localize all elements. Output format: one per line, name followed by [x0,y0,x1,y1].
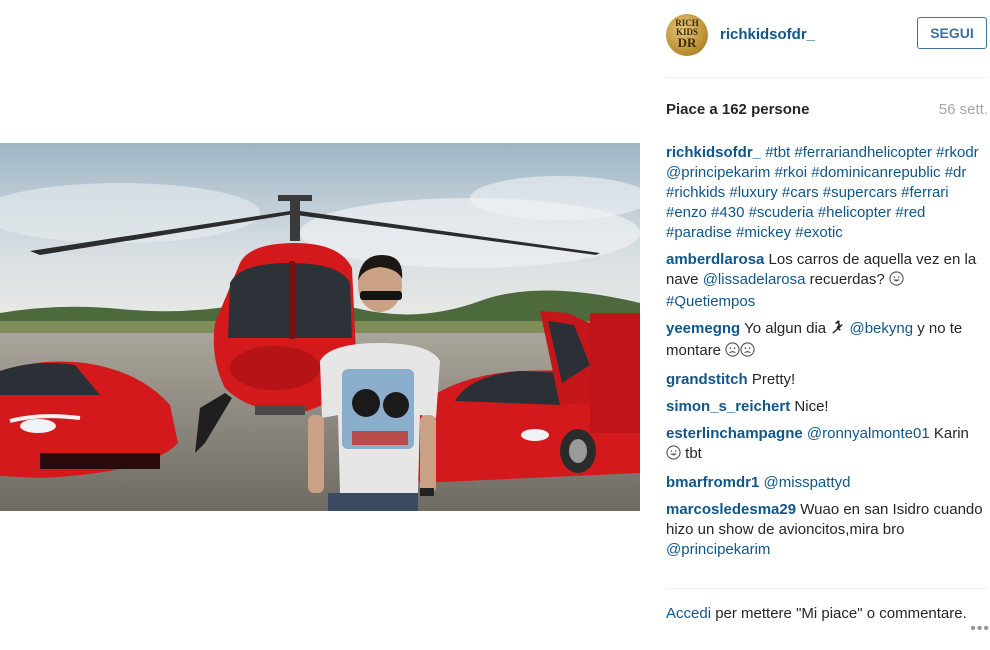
comment-username-link[interactable]: esterlinchampagne [666,425,803,442]
sad-emoji-icon [740,342,755,363]
profile-username-link[interactable]: richkidsofdr_ [720,26,815,43]
hashtag-link[interactable]: #richkids [666,184,725,201]
footer-divider [666,588,988,589]
mention-link[interactable]: @lissadelarosa [703,271,806,288]
mention-link[interactable]: @bekyng [849,320,913,337]
comment-item: marcosledesma29 Wuao en san Isidro cuand… [666,500,986,560]
hashtag-link[interactable]: #rkoi [775,164,808,181]
hashtag-link[interactable]: #Quetiempos [666,293,755,310]
profile-avatar[interactable]: RICH KIDS DR [666,14,708,56]
comment-text: Yo algun dia [740,320,831,337]
comment-text: Karin [929,425,969,442]
mention-link[interactable]: @misspattyd [764,474,851,491]
ski-emoji-icon [830,320,845,341]
hashtag-link[interactable]: #enzo [666,204,707,221]
comment-username-link[interactable]: yeemegng [666,320,740,337]
login-link[interactable]: Accedi [666,605,711,622]
sad-emoji-icon [725,342,740,363]
avatar-text-line-3: DR [677,35,697,50]
post-sidebar: RICH KIDS DR richkidsofdr_ SEGUI Piace a… [666,0,990,650]
hashtag-link[interactable]: #supercars [823,184,897,201]
comment-item: bmarfromdr1 @misspattyd [666,473,986,493]
hashtag-link[interactable]: #helicopter [818,204,891,221]
post-header: RICH KIDS DR richkidsofdr_ SEGUI [666,14,988,56]
post-photo[interactable] [0,143,640,511]
grin-emoji-icon [666,445,681,466]
mention-link[interactable]: @principekarim [666,164,770,181]
comment-username-link[interactable]: amberdlarosa [666,251,764,268]
hashtag-link[interactable]: #paradise [666,224,732,241]
mention-link[interactable]: @principekarim [666,541,770,558]
hashtag-link[interactable]: #rkodr [936,144,979,161]
header-divider [666,77,988,78]
comments-list: richkidsofdr_ #tbt #ferrariandhelicopter… [666,143,986,567]
follow-button[interactable]: SEGUI [917,17,987,49]
comment-username-link[interactable]: grandstitch [666,371,748,388]
hashtag-link[interactable]: #luxury [729,184,777,201]
comment-text: Pretty! [747,371,796,388]
hashtag-link[interactable]: #red [895,204,925,221]
login-prompt-text: per mettere "Mi piace" o commentare. [711,605,967,622]
hashtag-link[interactable]: #tbt [765,144,790,161]
comment-username-link[interactable]: bmarfromdr1 [666,474,759,491]
hashtag-link[interactable]: #exotic [795,224,843,241]
post-time[interactable]: 56 sett. [939,101,988,118]
hashtag-link[interactable]: #dominicanrepublic [811,164,940,181]
more-options-icon[interactable]: ••• [970,620,990,638]
hashtag-link[interactable]: #ferrariandhelicopter [794,144,932,161]
comment-item: richkidsofdr_ #tbt #ferrariandhelicopter… [666,143,986,243]
mention-link[interactable]: @ronnyalmonte01 [807,425,930,442]
hashtag-link[interactable]: #mickey [736,224,791,241]
login-prompt: Accedi per mettere "Mi piace" o commenta… [666,604,988,624]
hashtag-link[interactable]: #dr [945,164,967,181]
comment-item: simon_s_reichert Nice! [666,397,986,417]
comment-username-link[interactable]: marcosledesma29 [666,501,796,518]
hashtag-link[interactable]: #430 [711,204,744,221]
comment-text: tbt [681,445,702,462]
comment-item: grandstitch Pretty! [666,370,986,390]
hashtag-link[interactable]: #scuderia [749,204,814,221]
comment-text: Nice! [790,398,829,415]
comment-item: yeemegng Yo algun dia @bekyng y no te mo… [666,319,986,363]
hashtag-link[interactable]: #ferrari [901,184,949,201]
comment-username-link[interactable]: simon_s_reichert [666,398,790,415]
likes-count[interactable]: Piace a 162 persone [666,101,809,118]
photo-illustration [0,143,640,511]
comment-text: recuerdas? [805,271,889,288]
hashtag-link[interactable]: #cars [782,184,819,201]
comment-username-link[interactable]: richkidsofdr_ [666,144,761,161]
comment-item: amberdlarosa Los carros de aquella vez e… [666,250,986,312]
comment-item: esterlinchampagne @ronnyalmonte01 Karin … [666,424,986,466]
grin-emoji-icon [889,271,904,292]
